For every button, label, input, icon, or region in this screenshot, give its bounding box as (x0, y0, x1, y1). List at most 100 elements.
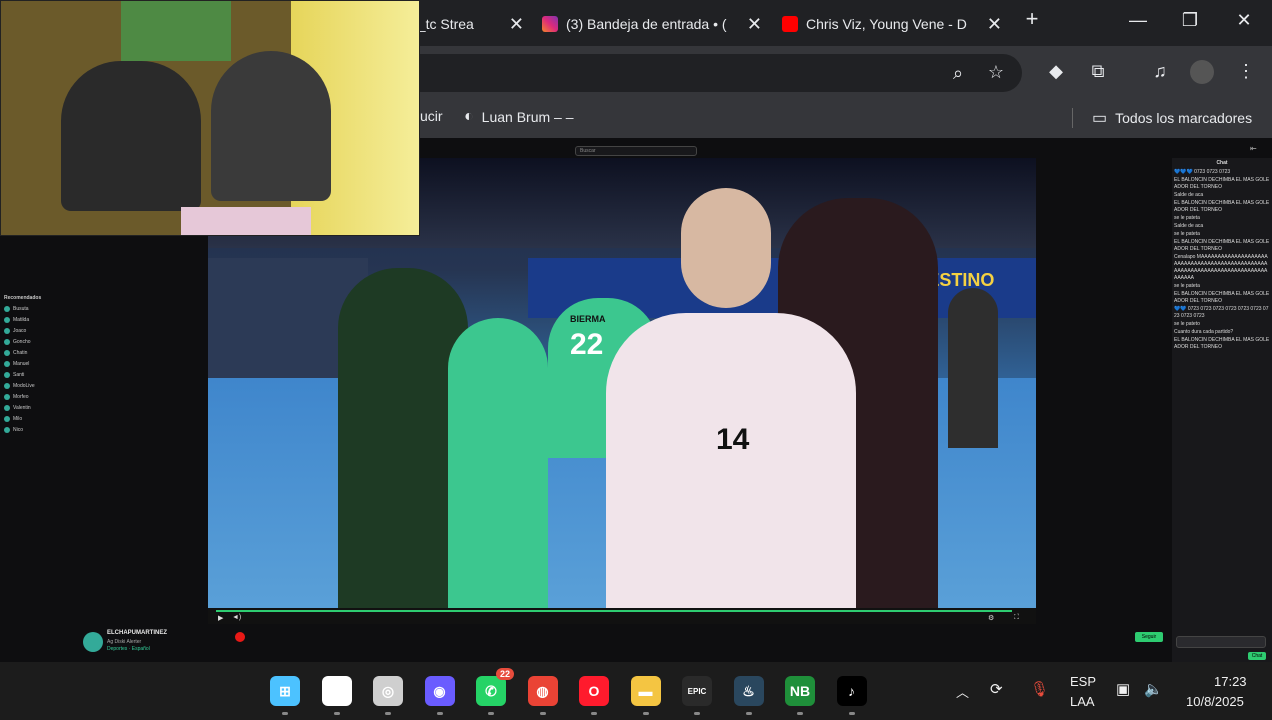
opera-icon-glyph: O (588, 683, 600, 699)
play-pause-icon[interactable]: ▶ (218, 614, 223, 622)
chat-send-button[interactable]: Chat (1248, 652, 1266, 660)
chat-message: Salde de aca (1174, 223, 1204, 229)
search-icon[interactable]: ⌕ (321, 676, 352, 706)
language-sub: LAA (1070, 694, 1095, 709)
sidebar-channel-label: Busuta (13, 305, 29, 312)
zoom-icon[interactable]: ⌕ (946, 63, 970, 84)
channel-avatar (4, 382, 10, 389)
collapse-chat-icon[interactable]: ⇤ (1250, 144, 1257, 153)
sidebar-channel-label: Nico (13, 426, 24, 433)
close-window-button[interactable]: ✕ (1224, 10, 1264, 31)
sidebar-channel[interactable]: Chatin (0, 347, 75, 358)
browser-circle-icon[interactable]: ◉ (424, 676, 455, 706)
progress-bar[interactable] (216, 610, 1012, 612)
sidebar-channel[interactable]: Morfeo (0, 391, 75, 402)
maximize-button[interactable]: ❐ (1170, 10, 1210, 31)
close-tab-icon[interactable]: ✕ (509, 14, 524, 35)
fullscreen-icon[interactable]: ⛶ (1014, 614, 1019, 622)
clock-date[interactable]: 10/8/2025 (1186, 694, 1244, 709)
minimize-button[interactable]: — (1118, 10, 1158, 31)
bookmark-item[interactable]: ucir (420, 108, 443, 124)
microphone-icon[interactable]: 🎙 (1030, 680, 1049, 698)
wall-flag (121, 1, 231, 61)
sidebar-channel[interactable]: Joaco (0, 325, 75, 336)
channel-name[interactable]: ELCHAPUMARTINEZ (107, 630, 167, 636)
bookmark-star-icon[interactable]: ☆ (984, 62, 1008, 83)
media-control-icon[interactable]: ♫ (1148, 61, 1172, 82)
network-icon[interactable]: ▣ (1116, 680, 1130, 698)
clock-time[interactable]: 17:23 (1214, 674, 1247, 689)
more-menu-icon[interactable]: ⋮ (1234, 61, 1258, 82)
globe-icon: ◐ (464, 108, 474, 125)
cameraman (948, 288, 998, 448)
new-tab-button[interactable]: + (1012, 6, 1052, 32)
left-sidebar: Recomendados Busuta Matilda Joaco Goncho Cha… (0, 236, 75, 446)
speaker-icon[interactable]: 🔈 (1144, 680, 1163, 698)
address-bar[interactable]: ⌕ ☆ (340, 54, 1022, 92)
chrome-icon[interactable]: ◍ (527, 676, 558, 706)
follow-button[interactable]: Seguir (1135, 632, 1163, 642)
close-tab-icon[interactable]: ✕ (987, 14, 1002, 35)
whatsapp-icon[interactable]: ✆ 22 (476, 668, 514, 706)
obs-icon-glyph: ◎ (381, 682, 395, 699)
channel-category[interactable]: Deportes · Español (107, 646, 150, 652)
tab-youtube[interactable]: Chris Viz, Young Vene - D ✕ (772, 8, 1008, 40)
sidebar-channel[interactable]: Matilda (0, 314, 75, 325)
nb-icon[interactable]: NB (785, 676, 815, 706)
chat-message: EL BALONCIN DECHIMBA EL MAS GOLEADOR DEL… (1174, 200, 1270, 213)
chat-input[interactable] (1176, 636, 1266, 648)
show-hidden-icons[interactable]: ︿ (956, 682, 969, 701)
windows-start-icon[interactable]: ⊞ (270, 676, 300, 706)
steam-icon[interactable]: ♨ (733, 676, 764, 706)
chat-panel: Chat 💙💙💙 0723 0723 0723 EL BALONCIN DECHI… (1172, 158, 1272, 662)
sidebar-channel[interactable]: Valentin (0, 402, 75, 413)
tab-instagram[interactable]: (3) Bandeja de entrada • ( ✕ (532, 8, 768, 40)
channel-avatar (4, 426, 10, 433)
sidebar-channel[interactable]: Santi (0, 369, 75, 380)
running-indicator (385, 712, 391, 715)
instagram-icon (542, 16, 558, 32)
channel-subtitle: Ag Diski Alerter (107, 639, 142, 645)
file-explorer-icon[interactable]: ▬ (630, 676, 661, 706)
channel-avatar (4, 393, 10, 400)
extensions-icon[interactable]: ⧉ (1086, 61, 1110, 82)
steam-icon-glyph: ♨ (742, 682, 755, 699)
running-indicator (488, 712, 494, 715)
search-icon-glyph: ⌕ (332, 682, 341, 699)
close-tab-icon[interactable]: ✕ (747, 14, 762, 35)
tiktok-icon[interactable]: ♪ (836, 676, 867, 706)
epic-games-icon-glyph: EPIC (687, 686, 707, 696)
settings-icon[interactable]: ⚙ (988, 614, 994, 622)
opera-icon[interactable]: O (579, 676, 609, 706)
all-bookmarks-button[interactable]: ▭ Todos los marcadores (1092, 108, 1252, 128)
extension-diamond-icon[interactable]: ◆ (1044, 61, 1068, 82)
sidebar-channel[interactable]: ModoLive (0, 380, 75, 391)
epic-games-icon[interactable]: EPIC (682, 676, 712, 706)
bookmark-label: Todos los marcadores (1115, 110, 1253, 126)
sidebar-channel[interactable]: Goncho (0, 336, 75, 347)
folder-icon: ▭ (1092, 110, 1108, 127)
channel-avatar (4, 415, 10, 422)
sync-icon[interactable]: ⟳ (990, 680, 1003, 698)
youtube-icon (782, 16, 798, 32)
bookmark-item[interactable]: ◐ Luan Brum – – (464, 108, 574, 126)
profile-avatar[interactable] (1190, 60, 1214, 84)
chat-message: se le pateta (1174, 231, 1200, 237)
channel-avatar[interactable] (83, 632, 103, 652)
chat-message: Cuanto dura cada partido? (1174, 329, 1234, 335)
running-indicator (797, 712, 803, 715)
obs-icon[interactable]: ◎ (373, 676, 403, 706)
sidebar-channel[interactable]: Milo (0, 413, 75, 424)
browser-circle-icon-glyph: ◉ (433, 682, 446, 699)
language-indicator[interactable]: ESP (1070, 674, 1096, 689)
stream-search-input[interactable]: Buscar (575, 146, 697, 156)
sidebar-channel[interactable]: Manuel (0, 358, 75, 369)
sidebar-channel[interactable]: Nico (0, 424, 75, 435)
sidebar-channel[interactable]: Busuta (0, 303, 75, 314)
channel-avatar (4, 327, 10, 334)
jersey-number: 14 (716, 423, 750, 456)
volume-icon[interactable]: ◄) (232, 614, 241, 621)
running-indicator (539, 712, 546, 715)
chat-message: 💙💙💙 0723 0723 0723 (1174, 169, 1231, 175)
live-indicator (235, 632, 245, 642)
